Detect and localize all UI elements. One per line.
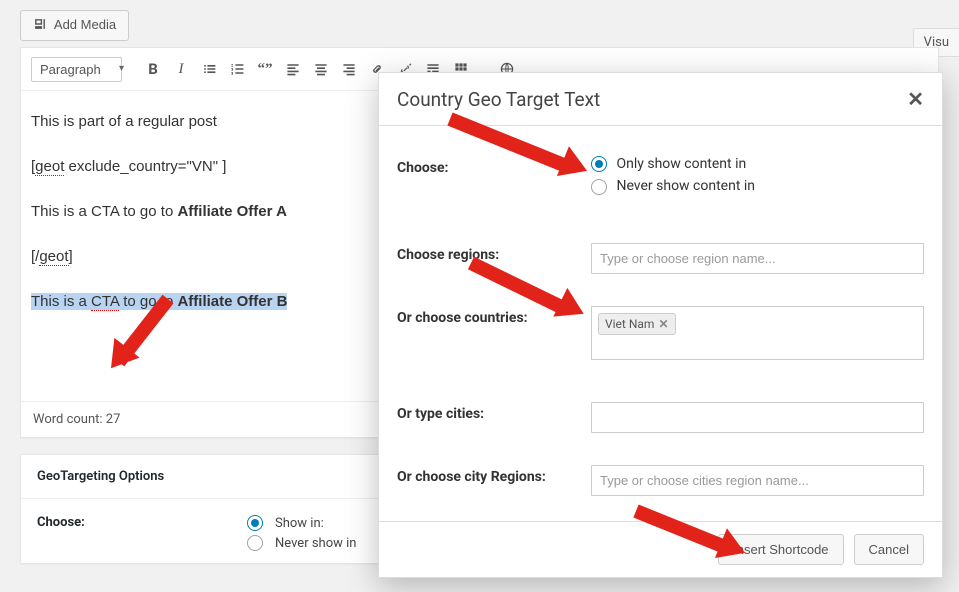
quote-button[interactable]: “” (252, 56, 278, 82)
align-left-button[interactable] (280, 56, 306, 82)
modal-choose-label: Choose: (397, 156, 591, 176)
page-number: 17 (946, 334, 959, 349)
regions-input[interactable] (591, 243, 924, 274)
numbered-list-button[interactable] (224, 56, 250, 82)
italic-button[interactable]: I (168, 56, 194, 82)
geo-show-in-radio[interactable]: Show in: (247, 515, 356, 531)
radio-icon (247, 535, 263, 551)
radio-icon (247, 515, 263, 531)
cities-input[interactable] (591, 402, 924, 433)
format-select[interactable]: Paragraph (31, 57, 122, 82)
geo-choose-label: Choose: (37, 515, 247, 530)
radio-only-show[interactable]: Only show content in (591, 156, 924, 172)
type-cities-label: Or type cities: (397, 402, 591, 422)
close-icon[interactable]: ✕ (907, 87, 924, 111)
add-media-label: Add Media (54, 17, 116, 32)
align-center-button[interactable] (308, 56, 334, 82)
radio-icon (591, 156, 607, 172)
choose-city-regions-label: Or choose city Regions: (397, 465, 591, 485)
choose-countries-label: Or choose countries: (397, 306, 591, 326)
cancel-button[interactable]: Cancel (854, 534, 924, 565)
bullet-list-button[interactable] (196, 56, 222, 82)
add-media-button[interactable]: Add Media (20, 10, 129, 41)
geo-never-show-radio[interactable]: Never show in (247, 535, 356, 551)
geo-target-modal: Country Geo Target Text ✕ Choose: Only s… (378, 72, 943, 578)
choose-regions-label: Choose regions: (397, 243, 591, 263)
media-icon (33, 17, 47, 34)
insert-shortcode-button[interactable]: Insert Shortcode (718, 534, 843, 565)
modal-title: Country Geo Target Text (397, 88, 600, 111)
country-tag[interactable]: Viet Nam✕ (598, 313, 676, 335)
countries-input[interactable]: Viet Nam✕ (591, 306, 924, 360)
remove-tag-icon[interactable]: ✕ (658, 317, 668, 331)
radio-icon (591, 179, 607, 195)
align-right-button[interactable] (336, 56, 362, 82)
word-count: Word count: 27 (33, 412, 120, 427)
city-regions-input[interactable] (591, 465, 924, 496)
radio-never-show[interactable]: Never show content in (591, 178, 924, 194)
bold-button[interactable]: B (140, 56, 166, 82)
